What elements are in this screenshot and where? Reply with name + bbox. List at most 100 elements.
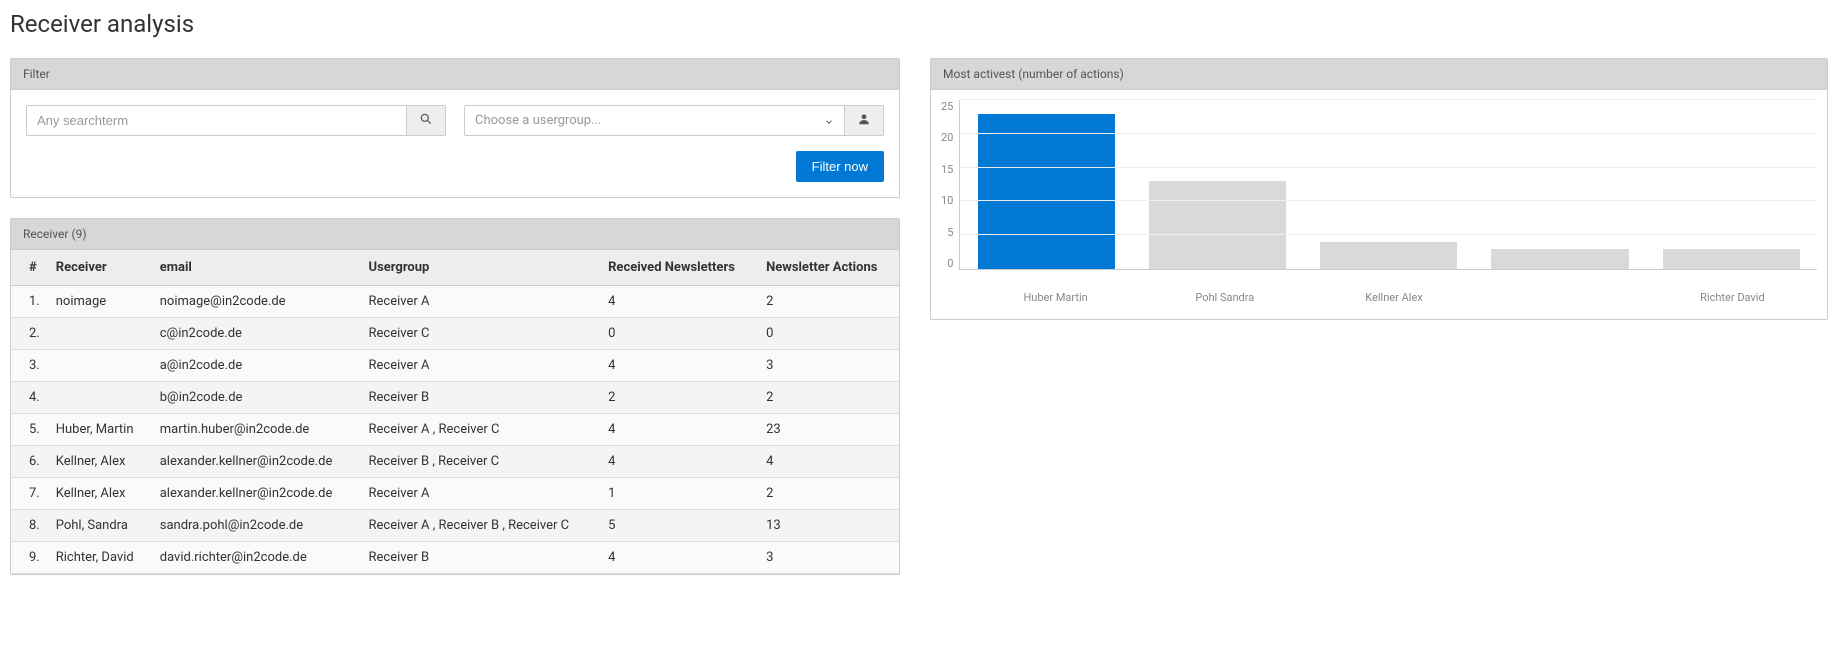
cell-usergroup: Receiver C [361, 318, 601, 350]
gridline [960, 133, 1817, 134]
cell-actions: 3 [758, 350, 899, 382]
filter-now-button[interactable]: Filter now [796, 151, 884, 182]
col-receiver: Receiver [48, 250, 152, 286]
cell-receiver: Kellner, Alex [48, 478, 152, 510]
receiver-panel: Receiver (9) # Receiver email Usergroup … [10, 218, 900, 575]
cell-email: alexander.kellner@in2code.de [152, 446, 361, 478]
table-row[interactable]: 5.Huber, Martinmartin.huber@in2code.deRe… [11, 414, 899, 446]
receiver-table: # Receiver email Usergroup Received News… [11, 250, 899, 574]
usergroup-placeholder: Choose a usergroup... [475, 113, 601, 128]
table-row[interactable]: 3.a@in2code.deReceiver A43 [11, 350, 899, 382]
cell-num: 7. [11, 478, 48, 510]
cell-num: 2. [11, 318, 48, 350]
cell-email: david.richter@in2code.de [152, 542, 361, 574]
bar[interactable] [1149, 181, 1286, 269]
cell-received: 1 [600, 478, 758, 510]
cell-received: 4 [600, 350, 758, 382]
x-label: Pohl Sandra [1140, 291, 1309, 304]
cell-usergroup: Receiver B , Receiver C [361, 446, 601, 478]
bar-slot [1646, 100, 1817, 269]
cell-email: alexander.kellner@in2code.de [152, 478, 361, 510]
table-row[interactable]: 1.noimagenoimage@in2code.deReceiver A42 [11, 286, 899, 318]
table-row[interactable]: 8.Pohl, Sandrasandra.pohl@in2code.deRece… [11, 510, 899, 542]
gridline [960, 99, 1817, 100]
cell-email: c@in2code.de [152, 318, 361, 350]
receiver-panel-title: Receiver (9) [11, 219, 899, 250]
chart-panel-title: Most activest (number of actions) [931, 59, 1827, 90]
search-button[interactable] [406, 105, 446, 136]
filter-panel: Filter Choose a usergroup... [10, 58, 900, 198]
col-num: # [11, 250, 48, 286]
cell-actions: 2 [758, 478, 899, 510]
cell-email: b@in2code.de [152, 382, 361, 414]
cell-actions: 23 [758, 414, 899, 446]
table-row[interactable]: 2.c@in2code.deReceiver C00 [11, 318, 899, 350]
y-tick: 20 [941, 131, 953, 144]
bar-slot [1474, 100, 1645, 269]
cell-email: noimage@in2code.de [152, 286, 361, 318]
cell-usergroup: Receiver A , Receiver B , Receiver C [361, 510, 601, 542]
usergroup-button[interactable] [844, 105, 884, 136]
chevron-down-icon [824, 116, 834, 126]
user-icon [857, 112, 871, 129]
cell-received: 4 [600, 446, 758, 478]
cell-actions: 13 [758, 510, 899, 542]
table-row[interactable]: 6.Kellner, Alexalexander.kellner@in2code… [11, 446, 899, 478]
cell-num: 6. [11, 446, 48, 478]
col-email: email [152, 250, 361, 286]
cell-email: martin.huber@in2code.de [152, 414, 361, 446]
col-received: Received Newsletters [600, 250, 758, 286]
table-row[interactable]: 7.Kellner, Alexalexander.kellner@in2code… [11, 478, 899, 510]
cell-receiver [48, 382, 152, 414]
cell-received: 4 [600, 286, 758, 318]
cell-actions: 2 [758, 382, 899, 414]
cell-usergroup: Receiver A [361, 350, 601, 382]
bar-slot [960, 100, 1131, 269]
cell-received: 4 [600, 542, 758, 574]
x-label: Kellner Alex [1309, 291, 1478, 304]
usergroup-group: Choose a usergroup... [464, 105, 884, 136]
search-group [26, 105, 446, 136]
table-header-row: # Receiver email Usergroup Received News… [11, 250, 899, 286]
cell-actions: 4 [758, 446, 899, 478]
gridline [960, 200, 1817, 201]
cell-email: sandra.pohl@in2code.de [152, 510, 361, 542]
bar-slot [1132, 100, 1303, 269]
gridline [960, 234, 1817, 235]
cell-num: 8. [11, 510, 48, 542]
x-label: Huber Martin [971, 291, 1140, 304]
cell-receiver: Huber, Martin [48, 414, 152, 446]
cell-num: 9. [11, 542, 48, 574]
bar[interactable] [1663, 249, 1800, 269]
col-actions: Newsletter Actions [758, 250, 899, 286]
bar[interactable] [978, 114, 1115, 269]
cell-actions: 2 [758, 286, 899, 318]
cell-receiver: Pohl, Sandra [48, 510, 152, 542]
table-row[interactable]: 9.Richter, Daviddavid.richter@in2code.de… [11, 542, 899, 574]
search-input[interactable] [26, 105, 406, 136]
cell-usergroup: Receiver A [361, 286, 601, 318]
cell-usergroup: Receiver A , Receiver C [361, 414, 601, 446]
cell-usergroup: Receiver A [361, 478, 601, 510]
cell-receiver: Richter, David [48, 542, 152, 574]
page-title: Receiver analysis [10, 10, 1828, 38]
bar[interactable] [1491, 249, 1628, 269]
bar[interactable] [1320, 242, 1457, 269]
y-tick: 0 [947, 257, 953, 270]
y-tick: 25 [941, 100, 953, 113]
cell-usergroup: Receiver B [361, 382, 601, 414]
search-icon [419, 112, 433, 129]
y-tick: 5 [947, 226, 953, 239]
cell-received: 4 [600, 414, 758, 446]
cell-actions: 0 [758, 318, 899, 350]
table-row[interactable]: 4.b@in2code.deReceiver B22 [11, 382, 899, 414]
usergroup-select[interactable]: Choose a usergroup... [464, 105, 844, 136]
cell-num: 1. [11, 286, 48, 318]
activity-chart: 25 20 15 10 5 0 [941, 100, 1817, 285]
cell-email: a@in2code.de [152, 350, 361, 382]
cell-received: 0 [600, 318, 758, 350]
y-tick: 10 [941, 194, 953, 207]
bar-slot [1303, 100, 1474, 269]
y-tick: 15 [941, 163, 953, 176]
cell-actions: 3 [758, 542, 899, 574]
